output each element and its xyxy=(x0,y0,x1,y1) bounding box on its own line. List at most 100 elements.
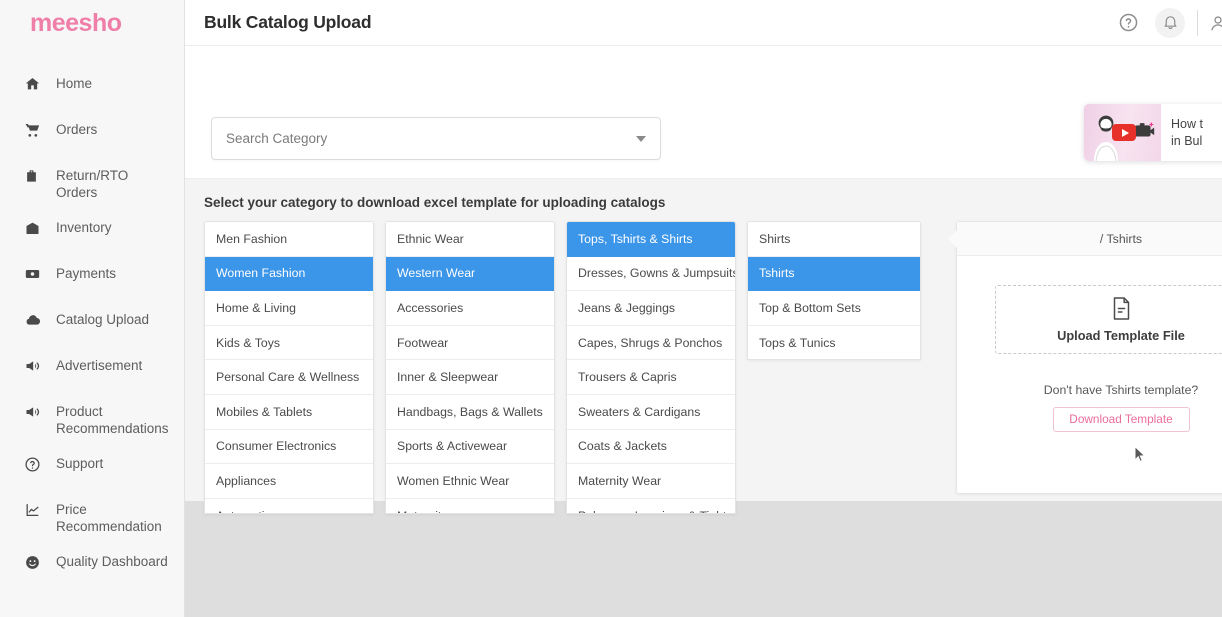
notifications-button[interactable] xyxy=(1155,8,1185,38)
sidebar-item-payments[interactable]: Payments xyxy=(0,264,184,310)
sidebar-item-price-recommendation[interactable]: Price Recommendation xyxy=(0,500,184,552)
sidebar-item-quality-dashboard[interactable]: Quality Dashboard xyxy=(0,552,184,598)
upload-template-label: Upload Template File xyxy=(1057,328,1185,343)
category-item[interactable]: Trousers & Capris xyxy=(567,360,735,395)
category-item[interactable]: Kids & Toys xyxy=(205,326,373,361)
main-content: How t in Bul Select your category to dow… xyxy=(185,46,1222,617)
category-item[interactable]: Dresses, Gowns & Jumpsuits xyxy=(567,257,735,292)
sidebar-item-label: Advertisement xyxy=(56,356,142,374)
help-button[interactable] xyxy=(1113,8,1143,38)
sidebar-item-orders[interactable]: Orders xyxy=(0,120,184,166)
category-item[interactable]: Home & Living xyxy=(205,291,373,326)
sidebar-item-product-recommendations[interactable]: Product Recommendations xyxy=(0,402,184,454)
sidebar-item-label: Return/RTO Orders xyxy=(56,166,166,201)
category-column-level-1: Men Fashion Women Fashion Home & Living … xyxy=(204,221,374,514)
category-item-selected[interactable]: Tops, Tshirts & Shirts xyxy=(567,222,735,257)
page-title: Bulk Catalog Upload xyxy=(204,12,371,33)
category-selection-zone: Select your category to download excel t… xyxy=(185,178,1222,501)
megaphone-icon xyxy=(24,357,46,375)
page-bottom-area xyxy=(185,501,1222,617)
category-item[interactable]: Personal Care & Wellness xyxy=(205,360,373,395)
sidebar-item-label: Inventory xyxy=(56,218,112,236)
category-item[interactable]: Coats & Jackets xyxy=(567,430,735,465)
category-item[interactable]: Capes, Shrugs & Ponchos xyxy=(567,326,735,361)
chart-line-icon xyxy=(24,501,46,519)
category-column-level-3: Tops, Tshirts & Shirts Dresses, Gowns & … xyxy=(566,221,736,514)
sidebar-item-catalog-upload[interactable]: Catalog Upload xyxy=(0,310,184,356)
megaphone-icon xyxy=(24,403,46,421)
bell-icon xyxy=(1162,14,1179,31)
upload-template-dropzone[interactable]: Upload Template File xyxy=(995,285,1222,354)
search-input[interactable] xyxy=(226,131,636,146)
question-circle-icon xyxy=(24,455,46,473)
search-category-box[interactable] xyxy=(211,117,661,160)
smiley-icon xyxy=(24,553,46,571)
category-item[interactable]: Tops & Tunics xyxy=(748,326,920,360)
brand-logo[interactable]: meesho xyxy=(0,0,184,46)
download-template-button[interactable]: Download Template xyxy=(1053,407,1190,432)
category-item[interactable]: Maternity Wear xyxy=(567,464,735,499)
account-avatar[interactable] xyxy=(1208,13,1222,33)
category-item[interactable]: Palazzos, Leggings & Tights xyxy=(567,499,735,514)
category-item[interactable]: Appliances xyxy=(205,464,373,499)
sidebar-item-label: Catalog Upload xyxy=(56,310,149,328)
search-category-row xyxy=(211,117,661,160)
sidebar-item-label: Home xyxy=(56,74,92,92)
warehouse-icon xyxy=(24,219,46,237)
sidebar-item-label: Price Recommendation xyxy=(56,500,166,535)
home-icon xyxy=(24,75,46,93)
sidebar-item-label: Support xyxy=(56,454,103,472)
category-item[interactable]: Automotive xyxy=(205,499,373,514)
document-icon xyxy=(1111,296,1132,321)
sidebar-item-label: Orders xyxy=(56,120,97,138)
category-item[interactable]: Top & Bottom Sets xyxy=(748,291,920,326)
sidebar-item-support[interactable]: Support xyxy=(0,454,184,500)
category-item[interactable]: Accessories xyxy=(386,291,554,326)
category-item[interactable]: Ethnic Wear xyxy=(386,222,554,257)
category-item[interactable]: Sports & Activewear xyxy=(386,430,554,465)
sidebar: meesho Home Orders Return/RTO Orders xyxy=(0,0,185,617)
category-item[interactable]: Inner & Sleepwear xyxy=(386,360,554,395)
cloud-upload-icon xyxy=(24,311,46,329)
top-bar: Bulk Catalog Upload xyxy=(185,0,1222,46)
category-item[interactable]: Shirts xyxy=(748,222,920,257)
sidebar-item-label: Payments xyxy=(56,264,116,282)
section-heading: Select your category to download excel t… xyxy=(204,195,665,210)
bag-icon xyxy=(24,167,46,185)
howto-video-card[interactable]: How t in Bul xyxy=(1084,104,1222,161)
camera-icon xyxy=(1134,121,1155,140)
no-template-text: Don't have Tshirts template? xyxy=(995,383,1222,397)
sidebar-item-label: Quality Dashboard xyxy=(56,552,168,570)
sidebar-nav: Home Orders Return/RTO Orders Inventory xyxy=(0,46,184,598)
category-column-level-4: Shirts Tshirts Top & Bottom Sets Tops & … xyxy=(747,221,921,360)
sidebar-item-advertisement[interactable]: Advertisement xyxy=(0,356,184,402)
video-card-text: How t in Bul xyxy=(1161,116,1203,150)
category-item[interactable]: Jeans & Jeggings xyxy=(567,291,735,326)
sidebar-item-home[interactable]: Home xyxy=(0,74,184,120)
chevron-down-icon[interactable] xyxy=(636,136,646,142)
category-columns: Men Fashion Women Fashion Home & Living … xyxy=(204,221,932,514)
topbar-actions xyxy=(1113,0,1222,45)
category-item-selected[interactable]: Women Fashion xyxy=(205,257,373,292)
category-item[interactable]: Mobiles & Tablets xyxy=(205,395,373,430)
category-item-selected[interactable]: Tshirts xyxy=(748,257,920,292)
category-item-selected[interactable]: Western Wear xyxy=(386,257,554,292)
category-item[interactable]: Footwear xyxy=(386,326,554,361)
brand-logo-text: meesho xyxy=(30,9,121,38)
sidebar-item-label: Product Recommendations xyxy=(56,402,166,437)
panel-pointer xyxy=(948,230,957,248)
category-item[interactable]: Sweaters & Cardigans xyxy=(567,395,735,430)
search-zone: How t in Bul xyxy=(185,46,1222,178)
topbar-divider xyxy=(1197,10,1198,36)
question-circle-icon xyxy=(1118,12,1139,33)
category-item[interactable]: Women Ethnic Wear xyxy=(386,464,554,499)
sidebar-item-inventory[interactable]: Inventory xyxy=(0,218,184,264)
youtube-play-icon xyxy=(1112,124,1136,141)
banknote-icon xyxy=(24,265,46,283)
category-item[interactable]: Maternity xyxy=(386,499,554,514)
category-item[interactable]: Consumer Electronics xyxy=(205,430,373,465)
category-item[interactable]: Men Fashion xyxy=(205,222,373,257)
category-item[interactable]: Handbags, Bags & Wallets xyxy=(386,395,554,430)
app-root: meesho Home Orders Return/RTO Orders xyxy=(0,0,1222,617)
sidebar-item-return-rto-orders[interactable]: Return/RTO Orders xyxy=(0,166,184,218)
